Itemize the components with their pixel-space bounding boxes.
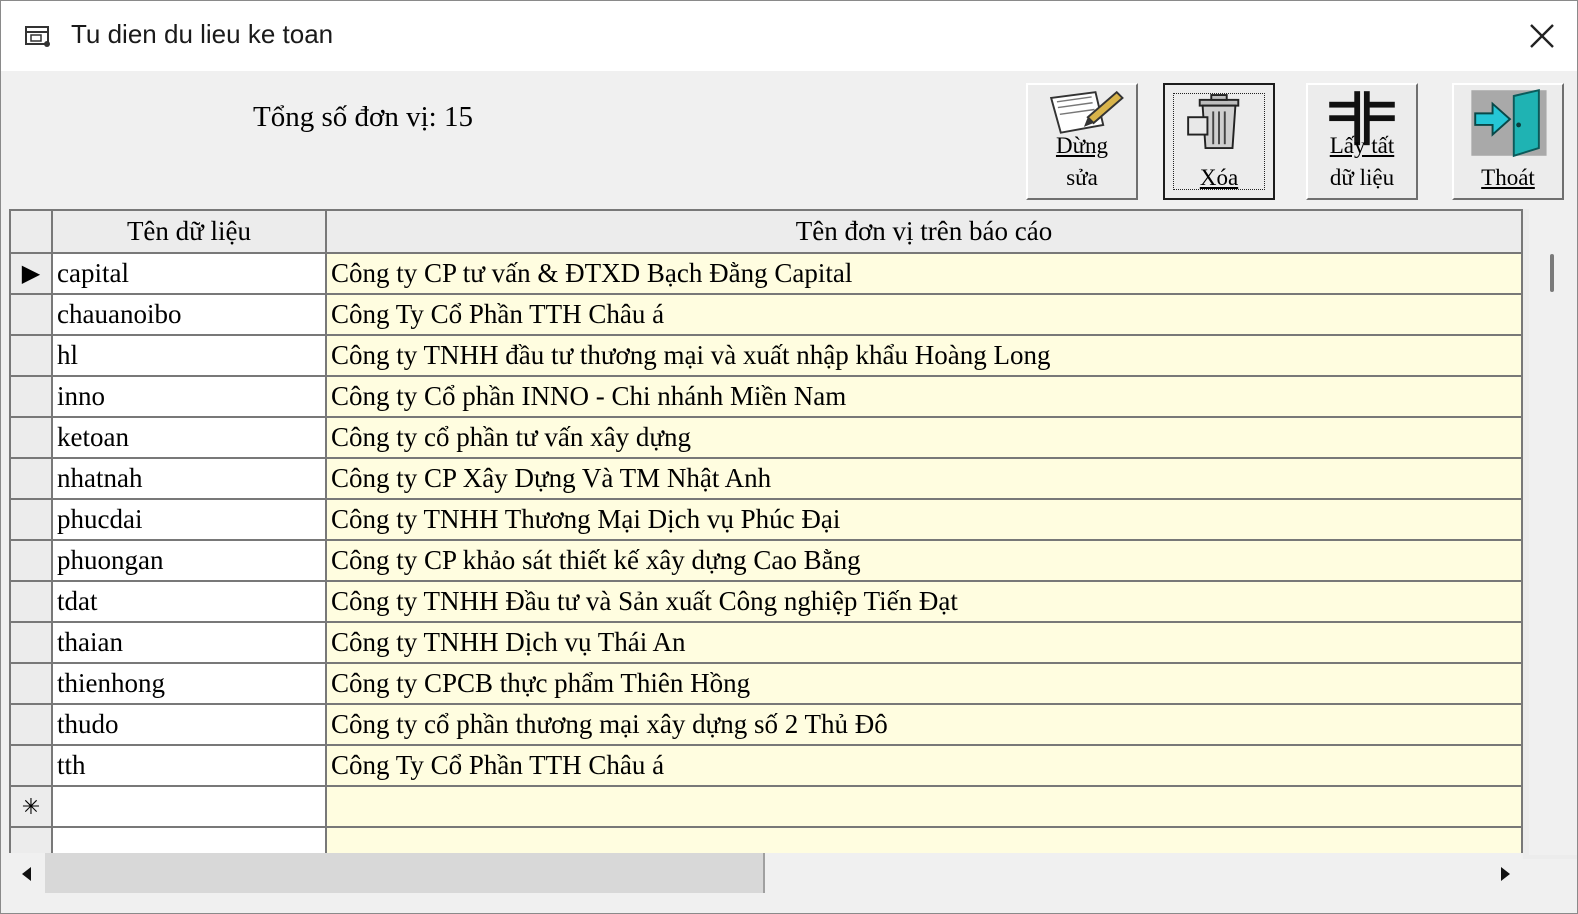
table-row[interactable]: phuongan Công ty CP khảo sát thiết kế xây… [9, 539, 1523, 582]
column-header-data-name[interactable]: Tên dữ liệu [51, 209, 327, 254]
close-icon [1530, 24, 1554, 48]
unit-name-cell[interactable]: Công ty CPCB thực phẩm Thiên Hồng [325, 662, 1523, 705]
horizontal-scrollbar-thumb[interactable] [45, 853, 765, 893]
data-name-cell[interactable]: ketoan [51, 416, 327, 459]
data-name-cell[interactable]: tth [51, 744, 327, 787]
edit-button-label-line1: Dừng [1055, 133, 1109, 158]
row-selector[interactable] [9, 744, 53, 787]
unit-name-cell[interactable]: Công ty CP tư vấn & ĐTXD Bạch Đằng Capit… [325, 252, 1523, 295]
arrow-left-icon [22, 867, 31, 881]
vertical-scrollbar[interactable] [1529, 209, 1577, 855]
total-units-label: Tổng số đơn vị: 15 [253, 101, 473, 133]
vertical-scrollbar-thumb[interactable] [1550, 254, 1554, 292]
data-grid: Tên dữ liệu Tên đơn vị trên báo cáo ▶ cap… [9, 209, 1577, 859]
unit-name-cell[interactable]: Công ty CP khảo sát thiết kế xây dựng Ca… [325, 539, 1523, 582]
unit-name-cell[interactable]: Công Ty Cổ Phần TTH Châu á [325, 744, 1523, 787]
row-selector[interactable] [9, 662, 53, 705]
unit-name-cell[interactable]: Công ty cổ phần tư vấn xây dựng [325, 416, 1523, 459]
table-row[interactable]: inno Công ty Cổ phần INNO - Chi nhánh Miề… [9, 375, 1523, 418]
unit-name-cell[interactable]: Công ty TNHH Thương Mại Dịch vụ Phúc Đại [325, 498, 1523, 541]
form-window-icon [25, 26, 50, 47]
unit-name-cell[interactable]: Công ty cổ phần thương mại xây dựng số 2… [325, 703, 1523, 746]
row-selector[interactable] [9, 621, 53, 664]
unit-name-cell[interactable]: Công Ty Cổ Phần TTH Châu á [325, 293, 1523, 336]
fetch-all-data-button[interactable]: Lấy tất dữ liệu [1306, 83, 1418, 200]
trash-can-icon [1187, 94, 1240, 150]
row-selector[interactable] [9, 416, 53, 459]
grid-table: Tên dữ liệu Tên đơn vị trên báo cáo ▶ cap… [9, 209, 1523, 859]
delete-button[interactable]: Xóa [1163, 83, 1275, 200]
edit-button-label-line2: sửa [1066, 165, 1098, 190]
scroll-right-button[interactable] [1487, 853, 1523, 895]
exit-button[interactable]: Thoát [1452, 83, 1564, 200]
table-row[interactable]: phucdai Công ty TNHH Thương Mại Dịch vụ P… [9, 498, 1523, 541]
scroll-left-button[interactable] [9, 853, 45, 895]
table-row[interactable]: tdat Công ty TNHH Đầu tư và Sản xuất Công… [9, 580, 1523, 623]
row-selector[interactable] [9, 498, 53, 541]
row-selector[interactable] [9, 580, 53, 623]
unit-name-cell[interactable]: Công ty Cổ phần INNO - Chi nhánh Miền Na… [325, 375, 1523, 418]
arrow-right-icon [1501, 867, 1510, 881]
row-selector[interactable] [9, 539, 53, 582]
unit-name-cell[interactable]: Công ty TNHH đầu tư thương mại và xuất n… [325, 334, 1523, 377]
data-name-cell[interactable]: phuongan [51, 539, 327, 582]
data-name-cell[interactable]: nhatnah [51, 457, 327, 500]
unit-name-cell[interactable] [325, 785, 1523, 828]
data-name-cell[interactable]: inno [51, 375, 327, 418]
accounting-dictionary-window: Tu dien du lieu ke toan Tổng số đơn vị: … [0, 0, 1578, 914]
horizontal-scrollbar[interactable] [9, 853, 1523, 895]
column-header-unit-name[interactable]: Tên đơn vị trên báo cáo [325, 209, 1523, 254]
table-row[interactable]: thienhong Công ty CPCB thực phẩm Thiên Hồ… [9, 662, 1523, 705]
unit-name-cell[interactable]: Công ty TNHH Đầu tư và Sản xuất Công ngh… [325, 580, 1523, 623]
exit-door-icon [1471, 89, 1547, 158]
table-row[interactable]: hl Công ty TNHH đầu tư thương mại và xuất… [9, 334, 1523, 377]
fetch-all-label-line1: Lấy tất [1329, 133, 1395, 158]
unit-name-cell[interactable]: Công ty TNHH Dịch vụ Thái An [325, 621, 1523, 664]
row-selector[interactable] [9, 375, 53, 418]
edit-button[interactable]: Dừng sửa [1026, 83, 1138, 200]
delete-button-label: Xóa [1199, 165, 1239, 190]
exit-button-label: Thoát [1481, 165, 1535, 190]
data-name-cell[interactable]: hl [51, 334, 327, 377]
table-row[interactable]: ▶ capital Công ty CP tư vấn & ĐTXD Bạch Đằ… [9, 252, 1523, 295]
unit-name-cell[interactable]: Công ty CP Xây Dựng Và TM Nhật Anh [325, 457, 1523, 500]
data-name-cell[interactable]: phucdai [51, 498, 327, 541]
data-name-cell[interactable]: chauanoibo [51, 293, 327, 336]
row-selector[interactable] [9, 334, 53, 377]
row-selector[interactable]: ▶ [9, 252, 53, 295]
data-name-cell[interactable]: thudo [51, 703, 327, 746]
table-row[interactable]: thudo Công ty cổ phần thương mại xây dựng… [9, 703, 1523, 746]
row-selector[interactable] [9, 703, 53, 746]
data-name-cell[interactable]: thienhong [51, 662, 327, 705]
table-row[interactable]: thaian Công ty TNHH Dịch vụ Thái An [9, 621, 1523, 664]
close-button[interactable] [1505, 1, 1577, 71]
data-name-cell[interactable]: tdat [51, 580, 327, 623]
data-name-cell[interactable]: capital [51, 252, 327, 295]
grid-corner-cell [9, 209, 53, 254]
table-row[interactable]: chauanoibo Công Ty Cổ Phần TTH Châu á [9, 293, 1523, 336]
grid-header-row: Tên dữ liệu Tên đơn vị trên báo cáo [9, 209, 1523, 254]
table-row[interactable]: ketoan Công ty cổ phần tư vấn xây dựng [9, 416, 1523, 459]
row-selector[interactable] [9, 293, 53, 336]
table-row[interactable]: tth Công Ty Cổ Phần TTH Châu á [9, 744, 1523, 787]
new-record-row[interactable]: ✳ [9, 785, 1523, 828]
fetch-all-label-line2: dữ liệu [1329, 165, 1395, 190]
new-row-marker[interactable]: ✳ [9, 785, 53, 828]
title-bar: Tu dien du lieu ke toan [1, 1, 1577, 71]
data-name-cell[interactable]: thaian [51, 621, 327, 664]
table-row[interactable]: nhatnah Công ty CP Xây Dựng Và TM Nhật An… [9, 457, 1523, 500]
row-selector[interactable] [9, 457, 53, 500]
window-title: Tu dien du lieu ke toan [71, 19, 334, 49]
data-name-cell[interactable] [51, 785, 327, 828]
